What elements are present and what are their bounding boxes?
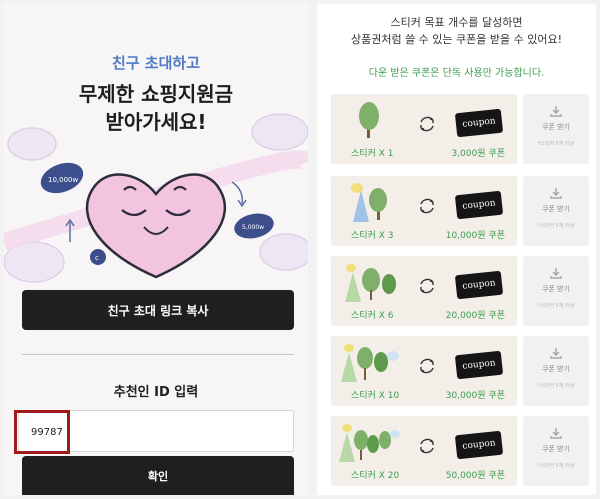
swap-arrows-icon	[420, 438, 434, 454]
download-note: *스티커 5개 이상	[537, 141, 575, 147]
tree-sticker-icon	[351, 183, 387, 222]
tree-sticker-icon	[345, 264, 396, 302]
tier-row: coupon 스티커 X 3 10,000원 쿠폰 쿠폰 받기 *스티커 5개 …	[331, 176, 589, 246]
download-coupon-button[interactable]: 쿠폰 받기 *스티커 5개 이상	[523, 94, 589, 164]
tier-label: 스티커 X 10	[351, 391, 400, 401]
coupon-icon: coupon	[454, 270, 504, 300]
tier-row: coupon 스티커 X 20 50,000원 쿠폰 쿠폰 받기 *스티커 5개…	[331, 416, 589, 486]
tree-sticker-icon	[359, 102, 379, 138]
download-note: *스티커 5개 이상	[537, 223, 575, 229]
tier-label: 스티커 X 20	[351, 471, 400, 481]
coin-icon-left: 10,000w	[40, 162, 84, 194]
invite-illustration: 10,000w 5,000w c	[4, 113, 308, 283]
section-divider	[22, 354, 294, 355]
download-note: *스티커 5개 이상	[537, 463, 575, 469]
promo-subtitle: 친구 초대하고	[111, 54, 201, 72]
swap-arrows-icon	[420, 278, 434, 294]
swap-arrows-icon	[420, 198, 434, 214]
tier-row: coupon 스티커 X 6 20,000원 쿠폰 쿠폰 받기 *스티커 5개 …	[331, 256, 589, 326]
coupon-icon: coupon	[454, 430, 504, 460]
download-icon	[550, 348, 562, 359]
tier-reward: 20,000원 쿠폰	[445, 311, 505, 321]
tier-card: coupon 스티커 X 20 50,000원 쿠폰	[331, 416, 517, 486]
coin-small-text: c	[95, 254, 99, 262]
tier-reward: 10,000원 쿠폰	[445, 231, 505, 241]
download-label: 쿠폰 받기	[542, 445, 570, 453]
tier-card: coupon 스티커 X 3 10,000원 쿠폰	[331, 176, 517, 246]
referrer-id-label: 추천인 ID 입력	[113, 385, 199, 400]
coin-right-text: 5,000w	[242, 224, 264, 231]
referrer-id-value[interactable]: 99787	[14, 410, 70, 454]
coupon-icon: coupon	[454, 108, 504, 138]
tier-row: coupon 스티커 X 1 3,000원 쿠폰 쿠폰 받기 *스티커 5개 이…	[331, 94, 589, 164]
download-label: 쿠폰 받기	[542, 123, 570, 131]
download-icon	[550, 428, 562, 439]
tree-sticker-icon	[339, 424, 400, 462]
tier-label: 스티커 X 6	[351, 311, 394, 321]
tier-card: coupon 스티커 X 6 20,000원 쿠폰	[331, 256, 517, 326]
download-label: 쿠폰 받기	[542, 205, 570, 213]
download-icon	[550, 268, 562, 279]
coin-icon-small: c	[90, 249, 106, 265]
download-icon	[550, 188, 562, 199]
coupon-icon: coupon	[454, 350, 504, 380]
confirm-button[interactable]: 확인	[22, 456, 294, 495]
tier-reward: 30,000원 쿠폰	[445, 391, 505, 401]
download-label: 쿠폰 받기	[542, 285, 570, 293]
download-coupon-button[interactable]: 쿠폰 받기 *스티커 5개 이상	[523, 416, 589, 486]
download-icon	[550, 106, 562, 117]
download-coupon-button[interactable]: 쿠폰 받기 *스티커 5개 이상	[523, 256, 589, 326]
download-coupon-button[interactable]: 쿠폰 받기 *스티커 5개 이상	[523, 336, 589, 406]
coupon-icon: coupon	[454, 190, 504, 220]
tier-reward: 50,000원 쿠폰	[445, 471, 505, 481]
coin-icon-right: 5,000w	[234, 213, 274, 239]
download-label: 쿠폰 받기	[542, 365, 570, 373]
sticker-coupon-panel: 스티커 목표 개수를 달성하면 상품권처럼 쓸 수 있는 쿠폰을 받을 수 있어…	[317, 4, 596, 495]
coupon-notice: 다운 받은 쿠폰은 단독 사용만 가능합니다.	[368, 68, 545, 79]
swap-arrows-icon	[420, 116, 434, 132]
goal-line2: 상품권처럼 쓸 수 있는 쿠폰을 받을 수 있어요!	[350, 33, 563, 46]
download-note: *스티커 5개 이상	[537, 383, 575, 389]
goal-line1: 스티커 목표 개수를 달성하면	[390, 16, 523, 29]
goal-description: 스티커 목표 개수를 달성하면 상품권처럼 쓸 수 있는 쿠폰을 받을 수 있어…	[317, 14, 596, 48]
swap-arrows-icon	[420, 358, 434, 374]
download-note: *스티커 5개 이상	[537, 303, 575, 309]
tier-card: coupon 스티커 X 10 30,000원 쿠폰	[331, 336, 517, 406]
coin-left-text: 10,000w	[48, 176, 78, 184]
tier-reward: 3,000원 쿠폰	[451, 149, 505, 159]
copy-invite-link-button[interactable]: 친구 초대 링크 복사	[22, 290, 294, 330]
tier-card: coupon 스티커 X 1 3,000원 쿠폰	[331, 94, 517, 164]
tier-label: 스티커 X 3	[351, 231, 394, 241]
download-coupon-button[interactable]: 쿠폰 받기 *스티커 5개 이상	[523, 176, 589, 246]
tier-row: coupon 스티커 X 10 30,000원 쿠폰 쿠폰 받기 *스티커 5개…	[331, 336, 589, 406]
invite-panel: 친구 초대하고 무제한 쇼핑지원금 받아가세요! 10,000w 5,000w	[4, 4, 308, 495]
tier-label: 스티커 X 1	[351, 149, 394, 159]
tree-sticker-icon	[341, 344, 399, 382]
